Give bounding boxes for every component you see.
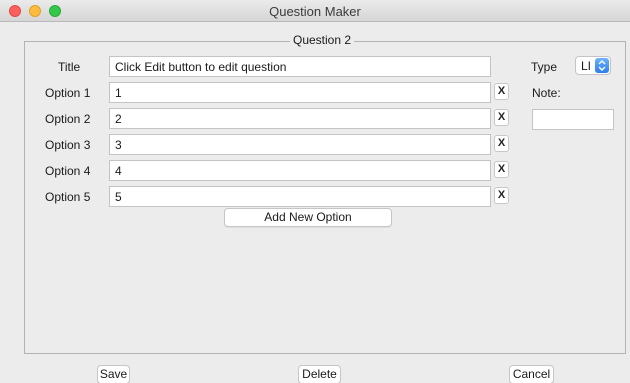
remove-option-1-button[interactable]: X	[494, 83, 509, 100]
save-button[interactable]: Save	[97, 365, 130, 383]
option-3-label: Option 3	[45, 138, 91, 152]
type-select-value: LI	[581, 59, 592, 73]
option-1-label: Option 1	[45, 86, 91, 100]
question-maker-window: Question Maker Question 2 Title Type LI …	[0, 0, 630, 383]
option-4-label: Option 4	[45, 164, 91, 178]
title-input[interactable]	[109, 56, 491, 77]
type-select[interactable]: LI	[575, 56, 611, 75]
note-input[interactable]	[532, 109, 614, 130]
cancel-button[interactable]: Cancel	[509, 365, 554, 383]
updown-chevron-icon	[595, 58, 609, 73]
remove-option-5-button[interactable]: X	[494, 187, 509, 204]
note-label: Note:	[532, 86, 561, 100]
option-2-input[interactable]	[109, 108, 491, 129]
remove-option-3-button[interactable]: X	[494, 135, 509, 152]
option-4-input[interactable]	[109, 160, 491, 181]
title-bar[interactable]: Question Maker	[0, 0, 630, 22]
option-2-label: Option 2	[45, 112, 91, 126]
option-3-input[interactable]	[109, 134, 491, 155]
option-5-label: Option 5	[45, 190, 91, 204]
window-title: Question Maker	[269, 4, 361, 19]
option-1-input[interactable]	[109, 82, 491, 103]
delete-button[interactable]: Delete	[298, 365, 341, 383]
option-5-input[interactable]	[109, 186, 491, 207]
add-new-option-button[interactable]: Add New Option	[224, 208, 392, 227]
remove-option-2-button[interactable]: X	[494, 109, 509, 126]
title-label: Title	[58, 60, 81, 74]
question-group-title: Question 2	[290, 33, 355, 47]
remove-option-4-button[interactable]: X	[494, 161, 509, 178]
type-label: Type	[531, 60, 558, 74]
